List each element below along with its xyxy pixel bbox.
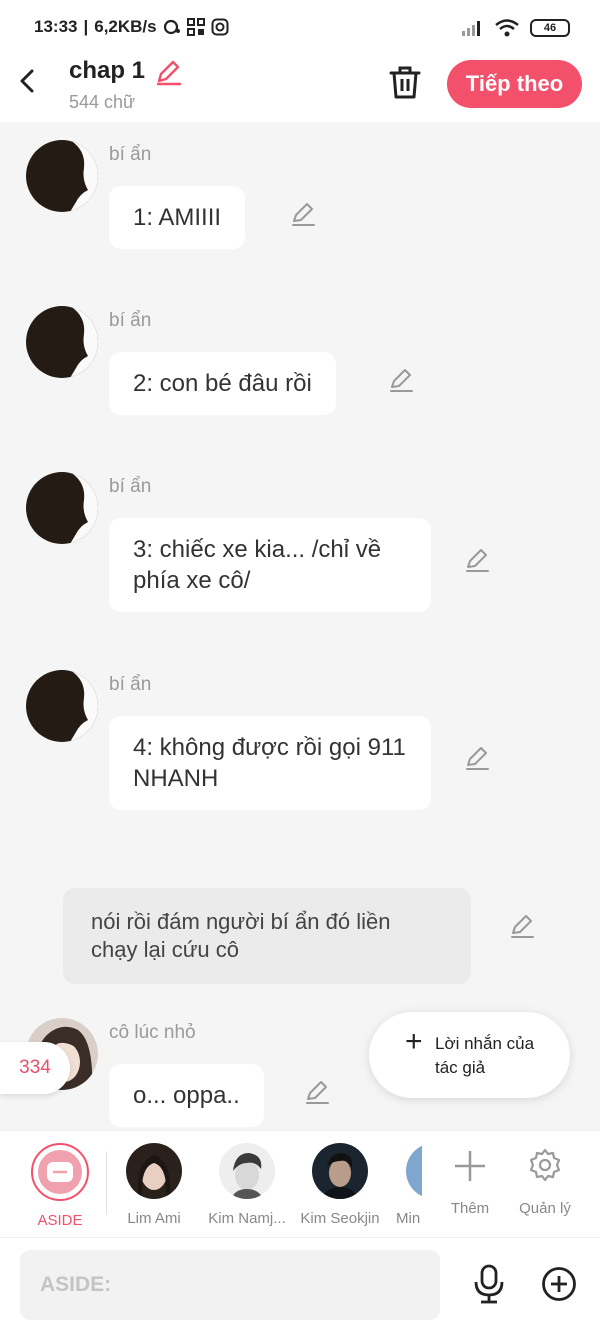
speaker-name: bí ẩn bbox=[109, 476, 152, 497]
status-time: 13:33 bbox=[34, 17, 78, 36]
speaker-avatar[interactable] bbox=[26, 472, 98, 544]
edit-message-icon[interactable] bbox=[303, 1078, 331, 1106]
character-kim-seokjin[interactable]: Kim Seokjin bbox=[295, 1143, 385, 1227]
messenger-icon bbox=[163, 19, 180, 35]
message-count-badge[interactable]: 334 bbox=[0, 1042, 70, 1094]
wifi-icon bbox=[495, 19, 519, 37]
character-avatar bbox=[219, 1143, 275, 1199]
plus-icon: + bbox=[405, 1025, 423, 1058]
gear-icon bbox=[529, 1148, 561, 1182]
edit-message-icon[interactable] bbox=[463, 546, 491, 574]
speaker-avatar[interactable] bbox=[26, 140, 98, 212]
character-bar: ASIDE Lim Ami Kim Namj... Kim Seokjin Mi… bbox=[0, 1130, 600, 1238]
message-bubble[interactable]: 2: con bé đâu rồi bbox=[109, 352, 336, 415]
chat-bubble-icon bbox=[47, 1162, 73, 1182]
aside-bubble[interactable]: nói rồi đám người bí ẩn đó liền chạy lại… bbox=[63, 888, 471, 984]
message-bubble[interactable]: 1: AMIIII bbox=[109, 186, 246, 249]
character-avatar bbox=[312, 1143, 368, 1199]
aside-input[interactable] bbox=[20, 1250, 440, 1320]
manage-button[interactable]: Quản lý bbox=[510, 1143, 580, 1217]
network-speed: 6,2KB/s bbox=[94, 17, 157, 36]
author-note-label: Lời nhắn của tác giả bbox=[435, 1034, 535, 1077]
character-name: Kim Seokjin bbox=[300, 1210, 380, 1227]
add-circle-icon[interactable] bbox=[541, 1266, 577, 1302]
speaker-avatar[interactable] bbox=[26, 670, 98, 742]
character-min[interactable]: Min bbox=[388, 1143, 422, 1227]
message-bubble[interactable]: 4: không được rồi gọi 911 NHANH bbox=[109, 716, 431, 810]
input-bar bbox=[0, 1238, 600, 1333]
edit-title-icon[interactable] bbox=[154, 58, 182, 86]
aside-avatar bbox=[31, 1143, 89, 1201]
speaker-name: bí ẩn bbox=[109, 674, 152, 695]
back-arrow-icon[interactable] bbox=[16, 66, 40, 96]
message-bubble[interactable]: 3: chiếc xe kia... /chỉ về phía xe cô/ bbox=[109, 518, 431, 612]
battery-icon: 46 bbox=[530, 19, 570, 37]
character-avatar bbox=[126, 1143, 182, 1199]
instagram-icon bbox=[211, 18, 229, 36]
tool-label: Quản lý bbox=[519, 1200, 571, 1217]
character-name: Kim Namj... bbox=[208, 1210, 286, 1227]
speaker-name: bí ẩn bbox=[109, 144, 152, 165]
chat-area[interactable]: bí ẩn 1: AMIIII bí ẩn 2: con bé đâu rồi … bbox=[0, 122, 600, 1130]
signal-icon bbox=[462, 21, 480, 36]
character-name: Min bbox=[396, 1210, 421, 1227]
next-button[interactable]: Tiếp theo bbox=[447, 60, 582, 108]
speaker-name: cô lúc nhỏ bbox=[109, 1022, 196, 1043]
author-note-button[interactable]: + Lời nhắn của tác giả bbox=[369, 1012, 570, 1098]
tool-label: Thêm bbox=[450, 1200, 490, 1217]
plus-icon bbox=[455, 1151, 485, 1181]
edit-aside-icon[interactable] bbox=[508, 912, 536, 940]
word-count: 544 chữ bbox=[69, 92, 136, 112]
microphone-icon[interactable] bbox=[471, 1264, 507, 1304]
character-aside[interactable]: ASIDE bbox=[15, 1143, 105, 1229]
character-kim-namjoon[interactable]: Kim Namj... bbox=[202, 1143, 292, 1227]
trash-icon[interactable] bbox=[388, 64, 422, 100]
add-character-button[interactable]: Thêm bbox=[435, 1143, 505, 1217]
character-lim-ami[interactable]: Lim Ami bbox=[109, 1143, 199, 1227]
character-name: Lim Ami bbox=[127, 1210, 181, 1227]
header: chap 1 544 chữ Tiếp theo bbox=[0, 56, 600, 122]
edit-message-icon[interactable] bbox=[289, 200, 317, 228]
divider bbox=[106, 1151, 107, 1215]
qr-app-icon bbox=[186, 18, 205, 36]
speaker-name: bí ẩn bbox=[109, 310, 152, 331]
character-name: ASIDE bbox=[37, 1212, 83, 1229]
status-bar: 13:33 | 6,2KB/s 46 bbox=[0, 0, 600, 56]
message-bubble[interactable]: o... oppa.. bbox=[109, 1064, 264, 1127]
speaker-avatar[interactable] bbox=[26, 306, 98, 378]
character-avatar bbox=[406, 1143, 422, 1199]
edit-message-icon[interactable] bbox=[463, 744, 491, 772]
edit-message-icon[interactable] bbox=[387, 366, 415, 394]
chapter-title: chap 1 bbox=[69, 57, 146, 84]
